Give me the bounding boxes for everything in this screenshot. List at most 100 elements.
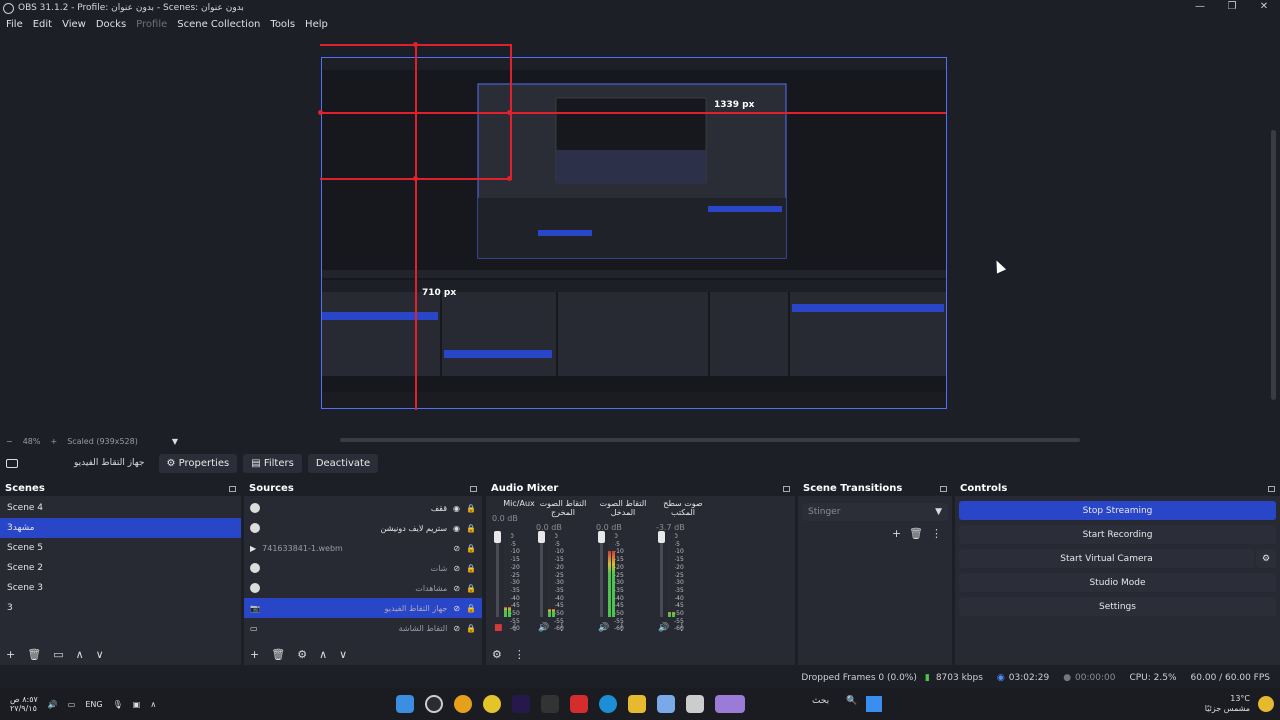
fader-handle[interactable] <box>658 531 665 543</box>
add-source-button[interactable]: + <box>250 648 259 661</box>
after-effects-icon[interactable] <box>512 695 530 713</box>
app-icon[interactable] <box>570 695 588 713</box>
preview-vertical-scrollbar[interactable] <box>1271 130 1276 400</box>
lock-icon[interactable]: 🔒 <box>466 604 476 613</box>
tray-app-icon[interactable]: ▣ <box>133 700 141 709</box>
volume-fader[interactable] <box>538 531 545 617</box>
microphone-icon[interactable]: 🎙 <box>113 700 123 709</box>
undock-icon[interactable] <box>783 485 790 492</box>
remove-source-button[interactable]: 🗑 <box>271 648 285 661</box>
source-item[interactable]: ستريم لايف دونيشن ◉ 🔒 <box>244 518 482 538</box>
resize-handle[interactable] <box>318 110 323 115</box>
fader-handle[interactable] <box>494 531 501 543</box>
file-explorer-icon[interactable] <box>628 695 646 713</box>
start-recording-button[interactable]: Start Recording <box>959 525 1276 544</box>
fader-handle[interactable] <box>538 531 545 543</box>
menu-docks[interactable]: Docks <box>96 19 126 30</box>
volume-icon[interactable]: 🔊 <box>48 700 58 709</box>
move-source-up-button[interactable]: ∧ <box>319 648 327 661</box>
source-item[interactable]: ققف ◉ 🔒 <box>244 498 482 518</box>
remove-transition-button[interactable]: 🗑 <box>909 527 923 540</box>
visibility-icon[interactable]: ◉ <box>453 504 460 513</box>
scene-item[interactable]: Scene 2 <box>0 558 241 578</box>
capcut-icon[interactable] <box>541 695 559 713</box>
move-source-down-button[interactable]: ∨ <box>339 648 347 661</box>
resize-handle[interactable] <box>413 176 418 181</box>
scene-item[interactable]: Scene 5 <box>0 538 241 558</box>
channel-menu-icon[interactable]: ⋮ <box>677 623 686 633</box>
move-scene-up-button[interactable]: ∧ <box>76 648 84 661</box>
speaker-icon[interactable]: 🔊 <box>538 623 549 633</box>
undock-icon[interactable] <box>229 485 236 492</box>
source-properties-button[interactable]: ⚙ <box>297 648 307 661</box>
menu-edit[interactable]: Edit <box>33 19 52 30</box>
menu-scene-collection[interactable]: Scene Collection <box>177 19 260 30</box>
channel-menu-icon[interactable]: ⋮ <box>617 623 626 633</box>
obs-app-icon[interactable] <box>425 695 443 713</box>
minimize-button[interactable]: — <box>1184 0 1216 14</box>
source-item[interactable]: شات ⊘ 🔒 <box>244 558 482 578</box>
chrome-icon[interactable] <box>454 695 472 713</box>
undock-icon[interactable] <box>1268 485 1275 492</box>
speaker-icon[interactable]: 🔊 <box>658 623 669 633</box>
undock-icon[interactable] <box>940 485 947 492</box>
transition-select[interactable]: Stinger ▼ <box>802 503 948 521</box>
widget-icon[interactable] <box>715 695 745 713</box>
scene-item[interactable]: 3 <box>0 598 241 618</box>
mixer-settings-icon[interactable]: ⚙ <box>492 648 502 661</box>
close-button[interactable]: ✕ <box>1248 0 1280 14</box>
virtual-camera-settings-gear-icon[interactable]: ⚙ <box>1256 549 1276 568</box>
scale-dropdown-icon[interactable]: ▼ <box>172 437 178 446</box>
scene-item[interactable]: Scene 3 <box>0 578 241 598</box>
resize-handle[interactable] <box>507 176 512 181</box>
lock-icon[interactable]: 🔒 <box>466 624 476 633</box>
volume-fader[interactable] <box>598 531 605 617</box>
resize-handle[interactable] <box>413 42 418 47</box>
app-icon[interactable] <box>483 695 501 713</box>
hidden-icon[interactable]: ⊘ <box>453 564 460 573</box>
lock-icon[interactable]: 🔒 <box>466 524 476 533</box>
source-item[interactable]: ▶ 741633841-1.webm ⊘ 🔒 <box>244 538 482 558</box>
source-item[interactable]: مشاهدات ⊘ 🔒 <box>244 578 482 598</box>
start-windows-icon[interactable] <box>866 696 882 712</box>
add-transition-button[interactable]: + <box>892 527 901 540</box>
transition-menu-button[interactable]: ⋮ <box>931 527 942 540</box>
scene-filters-button[interactable]: ▭ <box>53 648 63 661</box>
properties-button[interactable]: ⚙ Properties <box>158 453 238 473</box>
resize-handle[interactable] <box>507 110 512 115</box>
app-icon[interactable] <box>686 695 704 713</box>
source-item[interactable]: ▭ التقاط الشاشة ⊘ 🔒 <box>244 618 482 638</box>
edge-icon[interactable] <box>599 695 617 713</box>
studio-mode-button[interactable]: Studio Mode <box>959 573 1276 592</box>
add-scene-button[interactable]: + <box>6 648 15 661</box>
deactivate-button[interactable]: Deactivate <box>307 453 379 473</box>
tray-expand-icon[interactable]: ∧ <box>150 700 156 709</box>
start-virtual-camera-button[interactable]: Start Virtual Camera <box>959 549 1254 568</box>
menu-tools[interactable]: Tools <box>270 19 295 30</box>
preview-canvas[interactable]: 1339 px 710 px <box>318 42 947 410</box>
menu-help[interactable]: Help <box>305 19 328 30</box>
clock[interactable]: ٨:٥٧ ص ٢٧/٩/١٥ <box>10 695 38 713</box>
move-scene-down-button[interactable]: ∨ <box>96 648 104 661</box>
channel-menu-icon[interactable]: ⋮ <box>557 623 566 633</box>
hidden-icon[interactable]: ⊘ <box>453 544 460 553</box>
channel-menu-icon[interactable]: ⋮ <box>511 623 520 633</box>
mixer-menu-icon[interactable]: ⋮ <box>514 648 525 661</box>
lock-icon[interactable]: 🔒 <box>466 584 476 593</box>
undock-icon[interactable] <box>470 485 477 492</box>
hidden-icon[interactable]: ⊘ <box>453 584 460 593</box>
menu-view[interactable]: View <box>62 19 86 30</box>
settings-button[interactable]: Settings <box>959 597 1276 616</box>
source-item-selected[interactable]: 📷 جهاز التقاط الفيديو ⊘ 🔒 <box>244 598 482 618</box>
lock-icon[interactable]: 🔒 <box>466 504 476 513</box>
network-icon[interactable]: ▭ <box>68 700 76 709</box>
filters-button[interactable]: ▤ Filters <box>243 453 302 473</box>
speaker-icon[interactable]: 🔊 <box>598 623 609 633</box>
visibility-icon[interactable]: ◉ <box>453 524 460 533</box>
volume-fader[interactable] <box>494 531 501 617</box>
remove-scene-button[interactable]: 🗑 <box>27 648 41 661</box>
weather-widget[interactable]: 13°C مشمس جزئيًا <box>1205 694 1250 714</box>
menu-file[interactable]: File <box>6 19 23 30</box>
lock-icon[interactable]: 🔒 <box>466 544 476 553</box>
zoom-in-button[interactable]: + <box>50 437 57 446</box>
